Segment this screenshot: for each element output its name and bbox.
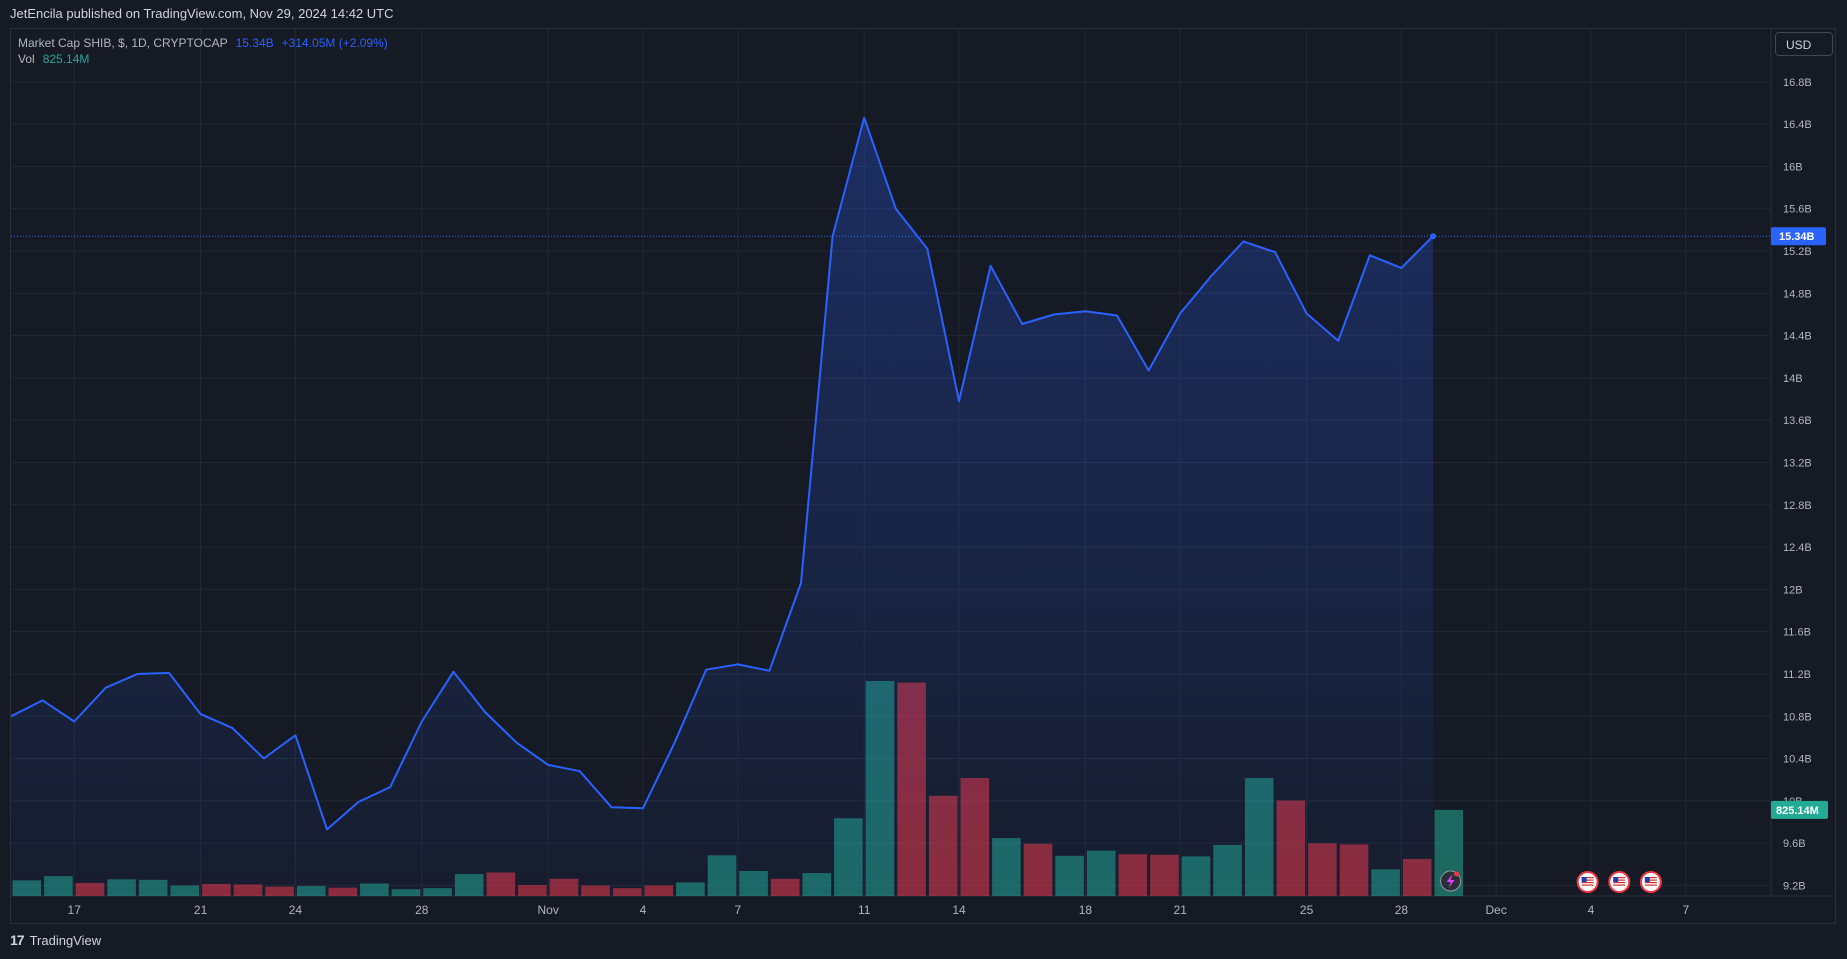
y-tick-label: 9.6B: [1783, 838, 1806, 850]
y-tick-label: 12.4B: [1783, 542, 1812, 554]
chart-canvas[interactable]: 16.8B 16.4B 16B 15.6B 15.2B 14.8B 14.4B 14B 13.6…: [11, 29, 1836, 924]
y-tick-label: 15.2B: [1783, 246, 1812, 258]
x-tick-label: 25: [1300, 903, 1314, 917]
legend-change: +314.05M (+2.09%): [281, 36, 388, 50]
x-tick-label: 7: [734, 903, 741, 917]
y-tick-label: 10.8B: [1783, 711, 1812, 723]
y-tick-label: 12B: [1783, 584, 1803, 596]
legend-last-value: 15.34B: [235, 36, 274, 50]
y-tick-label: 14.4B: [1783, 331, 1812, 343]
tradingview-logo-icon: 17: [10, 932, 25, 948]
x-tick-label: 14: [952, 903, 966, 917]
current-volume-badge: 825.14M: [1771, 800, 1828, 819]
lightning-event-icon[interactable]: [1440, 870, 1462, 892]
chart-legend: Market Cap SHIB, $, 1D, CRYPTOCAP 15.34B…: [18, 35, 388, 67]
x-tick-label: Dec: [1486, 903, 1507, 917]
currency-button[interactable]: USD: [1775, 32, 1833, 56]
y-tick-label: 11.6B: [1783, 627, 1811, 639]
y-tick-label: 14.8B: [1783, 288, 1812, 300]
x-tick-label: 24: [289, 903, 303, 917]
x-tick-label: 11: [858, 903, 871, 917]
x-tick-label: 7: [1682, 903, 1689, 917]
x-tick-label: 21: [1174, 903, 1188, 917]
y-tick-label: 9.2B: [1783, 880, 1806, 892]
y-tick-label: 13.6B: [1783, 415, 1812, 427]
y-tick-label: 16.8B: [1783, 77, 1812, 89]
y-tick-label: 11.2B: [1783, 669, 1811, 681]
x-tick-label: 21: [194, 903, 208, 917]
x-tick-label: 28: [1395, 903, 1409, 917]
us-flag-icon[interactable]: [1608, 871, 1631, 893]
us-flag-icon[interactable]: [1639, 871, 1662, 893]
x-tick-label: 18: [1079, 903, 1093, 917]
legend-symbol[interactable]: Market Cap SHIB, $, 1D, CRYPTOCAP: [18, 35, 228, 51]
y-tick-label: 10.4B: [1783, 754, 1812, 766]
current-price-badge: 15.34B: [1771, 227, 1826, 246]
legend-vol-label[interactable]: Vol: [18, 51, 35, 67]
y-tick-label: 16.4B: [1783, 119, 1812, 131]
page: JetEncila published on TradingView.com, …: [0, 0, 1847, 959]
y-tick-label: 12.8B: [1783, 500, 1812, 512]
price-area-fill: [11, 117, 1433, 897]
x-tick-label: Nov: [538, 903, 559, 917]
x-tick-label: 4: [1588, 903, 1595, 917]
current-price-badge-text: 15.34B: [1779, 231, 1815, 243]
us-flag-icon[interactable]: [1576, 871, 1599, 893]
y-tick-label: 14B: [1783, 373, 1803, 385]
y-tick-label: 16B: [1783, 161, 1803, 173]
footer-branding[interactable]: 17 TradingView: [10, 932, 101, 948]
chart-frame[interactable]: 16.8B 16.4B 16B 15.6B 15.2B 14.8B 14.4B 14B 13.6…: [10, 28, 1836, 924]
y-tick-label: 15.6B: [1783, 204, 1812, 216]
published-header: JetEncila published on TradingView.com, …: [10, 6, 394, 21]
x-tick-label: 4: [640, 903, 647, 917]
legend-vol-value: 825.14M: [42, 52, 90, 66]
x-tick-label: 28: [415, 903, 429, 917]
x-tick-label: 17: [68, 903, 82, 917]
current-volume-badge-text: 825.14M: [1776, 805, 1819, 817]
footer-brand-text: TradingView: [29, 932, 102, 948]
y-tick-label: 13.2B: [1783, 458, 1812, 470]
